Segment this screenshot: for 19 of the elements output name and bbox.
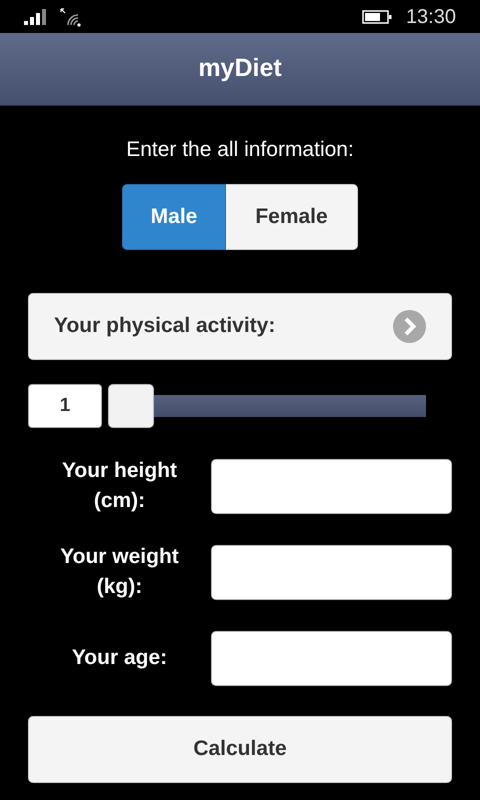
signal-icon xyxy=(24,8,48,24)
app-title: myDiet xyxy=(198,53,282,84)
gender-toggle[interactable]: Female xyxy=(226,184,358,250)
input-field[interactable] xyxy=(211,630,452,686)
input-field[interactable] xyxy=(211,458,452,514)
input-field[interactable] xyxy=(211,544,452,600)
field-label: Your weight (kg): xyxy=(59,544,180,600)
slider-value-field[interactable]: 1 xyxy=(28,384,102,428)
chevron-right-icon xyxy=(393,310,426,342)
calculate-button[interactable]: Calculate xyxy=(28,716,452,782)
wifi-icon xyxy=(60,6,82,26)
instruction-text: Enter the all information: xyxy=(125,137,355,163)
gender-toggle[interactable]: Male xyxy=(122,184,226,250)
status-time: 13:30 xyxy=(406,4,456,30)
field-label: Your height (cm): xyxy=(60,458,178,514)
activity-button[interactable]: Your physical activity: xyxy=(28,292,452,360)
battery-icon xyxy=(362,10,392,24)
slider-thumb[interactable] xyxy=(108,384,154,428)
field-label: Your age: xyxy=(70,645,168,671)
